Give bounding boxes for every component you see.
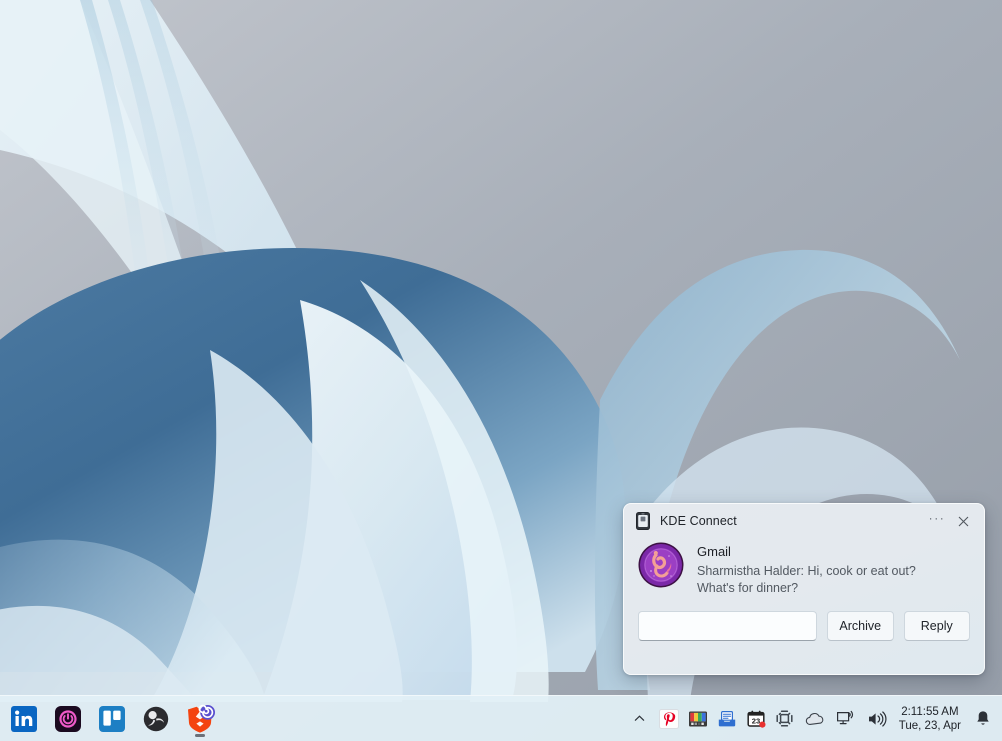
running-indicator — [195, 733, 205, 737]
taskbar[interactable]: 23 2:11:55 AM Tue, 23, Apr — [0, 695, 1002, 741]
close-icon[interactable] — [950, 509, 976, 533]
tray-item-calendar[interactable]: 23 — [742, 701, 770, 737]
chevron-up-icon — [635, 715, 645, 721]
notification-title: Gmail — [697, 544, 731, 559]
color-palette-icon — [688, 711, 707, 726]
toast-header: KDE Connect ··· — [624, 504, 984, 538]
mail-tray-icon — [718, 710, 735, 726]
onedrive-cloud-icon — [805, 712, 824, 725]
system-tray: 23 2:11:55 AM Tue, 23, Apr — [626, 701, 1002, 737]
tray-item-color-palette[interactable] — [684, 701, 712, 737]
calendar-day-number: 23 — [752, 716, 760, 725]
taskbar-item-linkedin[interactable] — [4, 699, 44, 739]
slack-icon — [776, 710, 793, 727]
volume-icon — [868, 710, 887, 727]
smartphone-icon — [636, 512, 650, 530]
calendar-icon: 23 — [747, 710, 766, 728]
toast-text-block: Gmail Sharmistha Halder: Hi, cook or eat… — [697, 542, 949, 597]
notification-bell-icon — [977, 711, 989, 725]
tray-item-mail[interactable] — [713, 701, 741, 737]
trello-icon — [99, 705, 125, 732]
taskbar-item-trello[interactable] — [92, 699, 132, 739]
toast-body: Gmail Sharmistha Halder: Hi, cook or eat… — [624, 538, 984, 597]
tray-item-onedrive[interactable] — [800, 701, 830, 737]
notification-body: Sharmistha Halder: Hi, cook or eat out? … — [697, 564, 916, 595]
obs-studio-icon — [143, 706, 169, 731]
tray-item-volume[interactable] — [862, 701, 892, 737]
desktop[interactable]: KDE Connect ··· Gmail Sharmistha Halder:… — [0, 0, 1002, 741]
tray-item-slack[interactable] — [771, 701, 799, 737]
clock-time: 2:11:55 AM — [901, 705, 959, 718]
toast-actions: Archive Reply — [624, 597, 984, 641]
taskbar-clock[interactable]: 2:11:55 AM Tue, 23, Apr — [893, 705, 969, 733]
tray-item-pinterest[interactable] — [655, 701, 683, 737]
opera-gx-icon — [55, 705, 81, 732]
brave-browser-icon — [188, 704, 215, 733]
quick-reply-input[interactable] — [638, 611, 817, 641]
network-icon — [836, 710, 853, 724]
pinterest-icon — [658, 708, 679, 729]
taskbar-item-opera-gx[interactable] — [48, 699, 88, 739]
taskbar-item-brave-browser[interactable] — [180, 699, 220, 739]
clock-date: Tue, 23, Apr — [898, 719, 961, 732]
show-hidden-icons-button[interactable] — [626, 701, 654, 737]
notification-center-button[interactable] — [970, 701, 996, 737]
notification-toast[interactable]: KDE Connect ··· Gmail Sharmistha Halder:… — [623, 503, 985, 675]
tray-item-network[interactable] — [831, 701, 861, 737]
archive-button[interactable]: Archive — [827, 611, 894, 641]
more-options-icon[interactable]: ··· — [924, 509, 950, 533]
capricorn-avatar — [638, 542, 684, 588]
linkedin-icon — [11, 705, 37, 732]
taskbar-app-list — [0, 699, 220, 739]
taskbar-item-obs-studio[interactable] — [136, 699, 176, 739]
reply-button[interactable]: Reply — [903, 611, 970, 641]
toast-app-title: KDE Connect — [660, 514, 737, 528]
